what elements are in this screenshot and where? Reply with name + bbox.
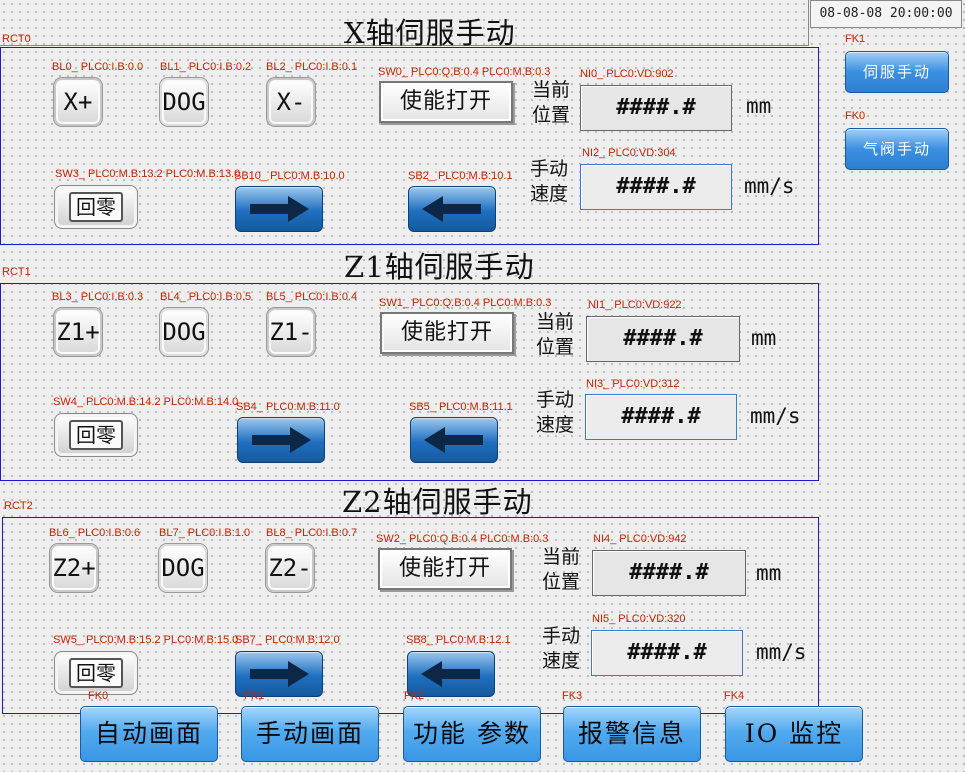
nav-auto-screen-button[interactable]: 自动画面: [80, 706, 218, 762]
valve-manual-button[interactable]: 气阀手动: [845, 128, 949, 170]
speed-unit: mm/s: [744, 174, 795, 198]
value-tag: NI1_ PLC0:VD:922: [588, 299, 682, 311]
nav-manual-screen-button[interactable]: 手动画面: [241, 706, 379, 762]
nav-io-monitor-button[interactable]: IO 监控: [725, 706, 863, 762]
panel-id: RCT2: [4, 500, 33, 512]
section-title-z1: Z1轴伺服手动: [344, 250, 535, 284]
side-button-tag: FK0: [845, 110, 866, 122]
x-enable-button[interactable]: 使能打开: [379, 81, 513, 123]
jog-tag: SB5_ PLC0:M.B:11.1: [409, 401, 513, 413]
value-tag: NI4_ PLC0:VD:942: [593, 533, 687, 545]
nav-tag: FK2: [404, 690, 425, 702]
servo-manual-button[interactable]: 伺服手动: [845, 51, 949, 93]
key-tag: BL6_ PLC0:I.B:0.6: [49, 527, 141, 539]
enable-tag: SW0_ PLC0:Q.B:0.4 PLC0:M.B:0.3: [378, 66, 551, 78]
nav-tag: FK4: [724, 690, 745, 702]
arrow-right-icon: [252, 427, 311, 453]
jog-tag: SB4_ PLC0:M.B:11.0: [236, 401, 340, 413]
nav-tag: FK1: [244, 690, 265, 702]
zero-tag: SW5_ PLC0:M.B:15.2 PLC0:M.B:15.0: [53, 634, 239, 646]
panel-id: RCT0: [2, 33, 31, 45]
position-label: 当前 位置: [531, 79, 570, 126]
key-tag: BL8_ PLC0:I.B:0.7: [266, 527, 358, 539]
z1-plus-button[interactable]: Z1+: [54, 308, 102, 356]
datetime-display: 08-08-08 20:00:00: [810, 0, 962, 28]
speed-unit: mm/s: [750, 404, 801, 428]
value-tag: NI5_ PLC0:VD:320: [592, 613, 686, 625]
x-position-value: ####.#: [580, 85, 732, 131]
key-tag: BL5_ PLC0:I.B:0.4: [266, 291, 358, 303]
position-label: 当前 位置: [535, 311, 574, 358]
x-minus-button[interactable]: X-: [267, 78, 315, 126]
x-jog-forward-button[interactable]: [235, 186, 323, 232]
speed-label: 手动 速度: [541, 625, 580, 672]
value-tag: NI0_ PLC0:VD:902: [580, 68, 674, 80]
position-unit: mm: [746, 94, 772, 118]
side-button-tag: FK1: [845, 33, 866, 45]
z1-home-button[interactable]: 回零: [54, 413, 138, 457]
arrow-left-icon: [424, 427, 483, 453]
nav-function-params-button[interactable]: 功能 参数: [403, 706, 541, 762]
arrow-right-icon: [250, 196, 309, 222]
nav-tag: FK3: [562, 690, 583, 702]
enable-tag: SW2_ PLC0:Q.B:0.4 PLC0:M.B:0.3: [376, 533, 549, 545]
z1-minus-button[interactable]: Z1-: [267, 308, 315, 356]
z2-plus-button[interactable]: Z2+: [50, 544, 98, 592]
z2-speed-input[interactable]: ####.#: [591, 630, 743, 676]
panel-id: RCT1: [2, 266, 31, 278]
x-plus-button[interactable]: X+: [54, 78, 102, 126]
arrow-left-icon: [422, 196, 481, 222]
speed-label: 手动 速度: [529, 158, 568, 205]
enable-tag: SW1_ PLC0:Q.B:0.4 PLC0:M.B:0.3: [379, 297, 552, 309]
key-tag: BL2_ PLC0:I.B:0.1: [266, 61, 358, 73]
section-title-z2: Z2轴伺服手动: [342, 485, 533, 519]
z1-enable-button[interactable]: 使能打开: [380, 312, 514, 354]
x-jog-backward-button[interactable]: [408, 186, 496, 232]
jog-tag: SB10_ PLC0:M.B:10.0: [234, 170, 345, 182]
z1-position-value: ####.#: [586, 316, 740, 362]
z1-dog-indicator: DOG: [160, 308, 208, 356]
position-unit: mm: [751, 326, 777, 350]
position-label: 当前 位置: [541, 546, 580, 593]
key-tag: BL3_ PLC0:I.B:0.3: [52, 291, 144, 303]
key-tag: BL7_ PLC0:I.B:1.0: [159, 527, 251, 539]
z1-jog-backward-button[interactable]: [410, 417, 498, 463]
z2-position-value: ####.#: [592, 550, 746, 596]
z2-enable-button[interactable]: 使能打开: [378, 548, 512, 590]
speed-unit: mm/s: [756, 640, 807, 664]
x-home-button[interactable]: 回零: [54, 185, 138, 229]
x-dog-indicator: DOG: [160, 78, 208, 126]
z1-speed-input[interactable]: ####.#: [585, 394, 737, 440]
key-tag: BL0_ PLC0:I.B:0.0: [52, 61, 144, 73]
zero-tag: SW4_ PLC0:M.B:14.2 PLC0:M.B:14.0: [53, 396, 239, 408]
jog-tag: SB8_ PLC0:M.B:12.1: [406, 634, 511, 646]
x-speed-input[interactable]: ####.#: [580, 164, 732, 210]
position-unit: mm: [756, 561, 782, 585]
zero-tag: SW3_ PLC0:M.B:13.2 PLC0:M.B:13.0: [55, 168, 241, 180]
value-tag: NI3_ PLC0:VD:312: [586, 378, 680, 390]
key-tag: BL1_ PLC0:I.B:0.2: [160, 61, 252, 73]
jog-tag: SB7_ PLC0:M.B:12.0: [235, 634, 340, 646]
key-tag: BL4_ PLC0:I.B:0.5: [160, 291, 252, 303]
section-title-x: X轴伺服手动: [344, 16, 516, 50]
z2-minus-button[interactable]: Z2-: [266, 544, 314, 592]
jog-tag: SB2_ PLC0:M.B:10.1: [408, 170, 513, 182]
z2-dog-indicator: DOG: [159, 544, 207, 592]
speed-label: 手动 速度: [535, 389, 574, 436]
value-tag: NI2_ PLC0:VD:304: [582, 147, 676, 159]
z1-jog-forward-button[interactable]: [237, 417, 325, 463]
z2-home-button[interactable]: 回零: [54, 651, 138, 695]
nav-alarm-info-button[interactable]: 报警信息: [563, 706, 701, 762]
nav-tag: FK0: [88, 690, 109, 702]
